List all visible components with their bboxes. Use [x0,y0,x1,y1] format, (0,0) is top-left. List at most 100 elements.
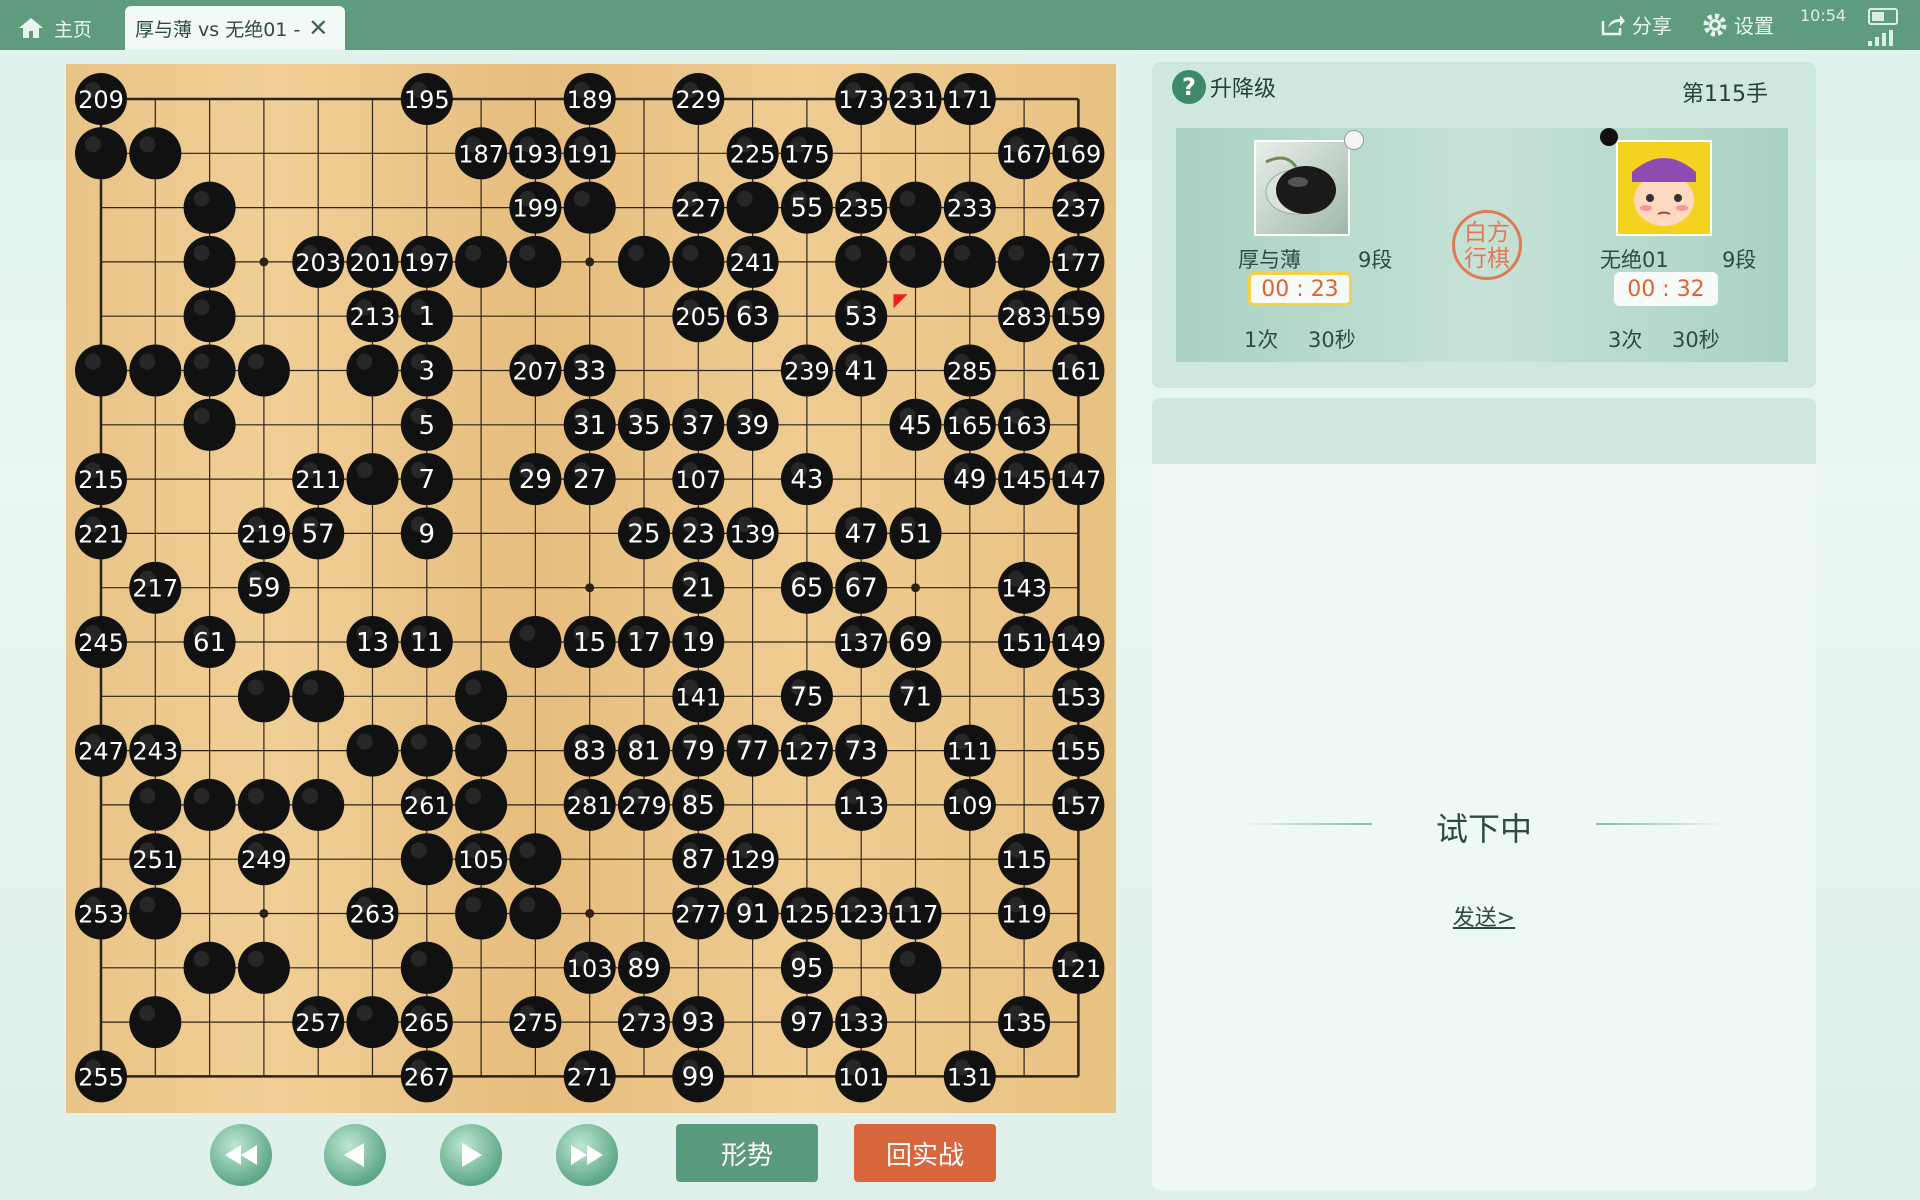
move-number: 167 [1001,140,1047,168]
move-number: 207 [512,358,558,386]
black-stone[interactable] [292,778,345,831]
rank-label: 升降级 [1210,77,1277,102]
black-stone[interactable] [726,181,779,234]
move-number: 173 [838,86,884,114]
black-stone[interactable] [346,453,399,506]
next-move-button[interactable] [440,1124,502,1186]
black-stone[interactable] [455,887,508,940]
stone-highlight [465,679,482,696]
black-stone[interactable] [183,398,236,451]
prev-move-button[interactable] [324,1124,386,1186]
black-stone[interactable] [455,778,508,831]
black-stone[interactable] [998,235,1051,288]
black-stone[interactable] [346,724,399,777]
black-stone[interactable] [672,235,725,288]
white-stone-badge [1344,130,1364,150]
black-stone[interactable] [346,996,399,1049]
black-stone[interactable] [75,344,127,397]
black-stone[interactable] [183,290,236,343]
first-move-button[interactable] [210,1124,272,1186]
black-stone[interactable] [129,778,182,831]
black-stone[interactable] [400,833,453,886]
last-move-button[interactable] [556,1124,618,1186]
move-number: 137 [838,629,884,657]
black-stone[interactable] [509,235,562,288]
black-stone[interactable] [237,778,290,831]
move-number: 219 [241,520,287,548]
move-number: 271 [567,1063,613,1091]
black-stone[interactable] [889,235,942,288]
move-number: 125 [784,901,830,929]
last-move-marker [893,294,908,309]
cartoon-face-avatar-icon [1632,158,1696,226]
stone-highlight [410,842,427,859]
move-number: 193 [512,140,558,168]
black-stone[interactable] [509,616,562,668]
black-stone[interactable] [129,344,182,397]
move-number: 43 [790,465,823,495]
right-byoyomi-count: 3次 [1608,328,1643,352]
move-number: 121 [1055,955,1101,983]
move-number: 265 [404,1009,450,1037]
black-stone[interactable] [400,941,453,994]
black-stone[interactable] [75,127,127,180]
black-stone[interactable] [237,670,290,723]
black-stone[interactable] [563,181,616,234]
black-stone[interactable] [455,724,508,777]
move-number: 127 [784,738,830,766]
black-stone[interactable] [183,778,236,831]
move-number: 119 [1001,901,1047,929]
stone-highlight [193,244,210,261]
avatar-right[interactable] [1616,140,1712,236]
black-stone[interactable] [400,724,453,777]
black-stone[interactable] [237,941,290,994]
back-to-game-button[interactable]: 回实战 [854,1124,996,1182]
black-stone[interactable] [889,181,942,234]
share-button[interactable]: 分享 [1600,10,1672,39]
move-number: 205 [675,303,721,331]
move-number: 29 [519,465,552,495]
black-stone[interactable] [455,235,508,288]
black-stone[interactable] [237,344,290,397]
move-number: 71 [899,682,932,712]
stone-highlight [193,407,210,424]
black-stone[interactable] [455,670,508,723]
black-stone[interactable] [183,344,236,397]
black-stone[interactable] [618,235,670,288]
move-number: 279 [621,792,667,820]
black-stone[interactable] [509,887,562,940]
move-number: 7 [419,465,436,495]
situation-button[interactable]: 形势 [676,1124,818,1182]
black-stone[interactable] [129,996,182,1049]
move-number: 141 [675,683,721,711]
move-number: 97 [790,1008,823,1038]
tab-game[interactable]: 厚与薄 vs 无绝01 - ✕ [125,6,345,50]
tab-home[interactable]: 主页 [0,6,118,50]
black-stone[interactable] [835,235,888,288]
help-icon[interactable]: ? [1172,70,1206,104]
chat-panel: 试下中 发送> [1152,398,1816,1190]
turn-seal: 白方 行棋 [1452,210,1522,280]
black-stone[interactable] [129,887,182,940]
stone-highlight [465,896,482,913]
move-number: 51 [899,519,932,549]
close-icon[interactable]: ✕ [308,14,328,42]
stone-highlight [465,733,482,750]
black-stone[interactable] [889,941,942,994]
black-stone[interactable] [183,941,236,994]
send-link[interactable]: 发送> [1152,900,1816,932]
move-number: 255 [78,1063,124,1091]
black-stone[interactable] [292,670,345,723]
black-stone[interactable] [943,235,996,288]
black-stone[interactable] [183,235,236,288]
board-grid[interactable]: 209 195 189 229 173 231 171187 193 191 225 175 167 1… [66,64,1116,1113]
avatar-left[interactable] [1254,140,1350,236]
move-number: 1 [419,302,436,332]
black-stone[interactable] [183,181,236,234]
black-stone[interactable] [509,833,562,886]
move-number: 117 [893,901,939,929]
go-board[interactable]: 209 195 189 229 173 231 171 187 193 191 225 175 167 1… [66,64,1116,1113]
settings-button[interactable]: 设置 [1702,10,1774,39]
black-stone[interactable] [346,344,399,397]
black-stone[interactable] [129,127,182,180]
